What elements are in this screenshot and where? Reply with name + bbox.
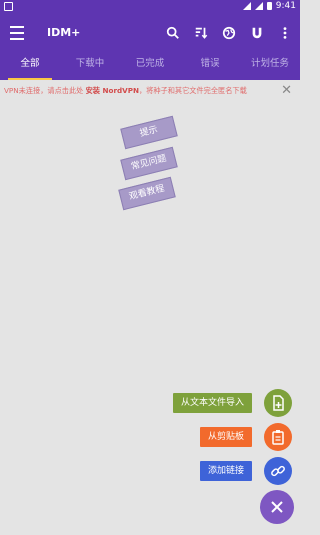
search-icon[interactable] — [164, 24, 182, 42]
vpn-notice-text[interactable]: VPN未连接，请点击此处 安装 NordVPN，将种子和其它文件完全匿名下载 — [4, 86, 247, 96]
tab-error[interactable]: 错误 — [180, 52, 240, 80]
notification-icon — [4, 2, 13, 11]
tab-downloading[interactable]: 下载中 — [60, 52, 120, 80]
clipboard-icon[interactable] — [264, 423, 292, 451]
vpn-globe-icon[interactable] — [220, 24, 238, 42]
hint-faq[interactable]: 常见问题 — [120, 146, 178, 181]
tab-all[interactable]: 全部 — [0, 52, 60, 80]
hint-tips[interactable]: 提示 — [120, 115, 178, 150]
clipboard-action[interactable]: 从剪贴板 — [199, 423, 292, 451]
battery-icon — [266, 2, 272, 10]
clipboard-label[interactable]: 从剪贴板 — [199, 427, 252, 447]
hint-tutorial[interactable]: 观看教程 — [118, 176, 176, 211]
cellular-icon — [254, 2, 263, 10]
tab-bar: 全部 下载中 已完成 错误 计划任务 — [0, 52, 300, 80]
close-fab-button[interactable] — [260, 490, 294, 524]
app-title: IDM+ — [47, 26, 81, 39]
import-file-icon[interactable] — [264, 389, 292, 417]
import-file-action[interactable]: 从文本文件导入 — [172, 389, 292, 417]
add-link-label[interactable]: 添加链接 — [199, 461, 252, 481]
tab-completed[interactable]: 已完成 — [120, 52, 180, 80]
vpn-notice-banner[interactable]: VPN未连接，请点击此处 安装 NordVPN，将种子和其它文件完全匿名下载 ✕ — [0, 80, 300, 102]
add-link-action[interactable]: 添加链接 — [199, 457, 292, 485]
status-bar: 9:41 — [0, 0, 300, 16]
status-time: 9:41 — [275, 1, 296, 11]
close-icon — [271, 501, 283, 513]
more-options-icon[interactable] — [276, 24, 294, 42]
nordvpn-link[interactable]: 安装 NordVPN — [86, 86, 139, 95]
menu-icon[interactable] — [10, 26, 24, 40]
app-toolbar: IDM+ — [0, 16, 300, 52]
magnet-icon[interactable] — [248, 24, 266, 42]
signal-icon — [242, 2, 251, 10]
close-icon[interactable]: ✕ — [281, 83, 292, 98]
link-icon[interactable] — [264, 457, 292, 485]
sort-icon[interactable] — [192, 24, 210, 42]
tab-scheduled[interactable]: 计划任务 — [240, 52, 300, 80]
import-file-label[interactable]: 从文本文件导入 — [172, 393, 252, 413]
